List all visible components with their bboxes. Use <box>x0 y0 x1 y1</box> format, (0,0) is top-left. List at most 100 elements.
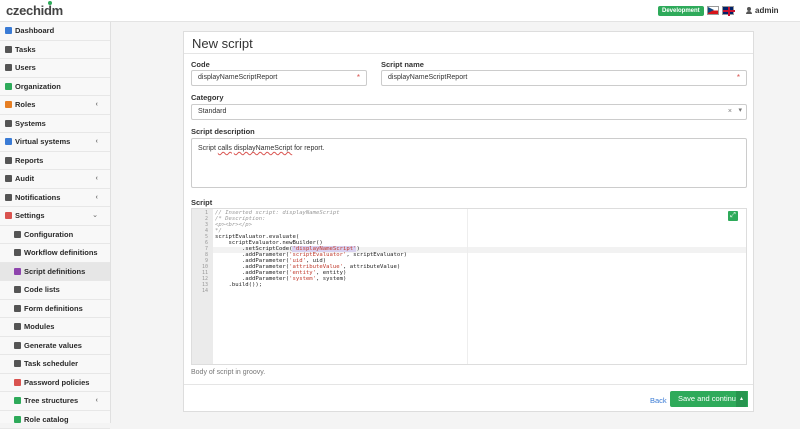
chart-icon <box>5 157 12 164</box>
sidebar-item-label: Password policies <box>24 378 89 387</box>
calendar-icon <box>14 360 21 367</box>
sidebar-item-label: Script definitions <box>24 267 85 276</box>
sidebar-item-virtual-systems[interactable]: Virtual systems ‹ <box>0 133 110 152</box>
page-title: New script <box>192 36 253 51</box>
sidebar-item-settings[interactable]: Settings ⌄ <box>0 207 110 226</box>
chevron-icon: ‹ <box>96 392 98 410</box>
chevron-icon: ‹ <box>96 96 98 114</box>
sidebar-item-tasks[interactable]: Tasks <box>0 41 110 60</box>
back-link[interactable]: Back <box>650 396 667 405</box>
lock-icon <box>14 379 21 386</box>
script-help-text: Body of script in groovy. <box>191 369 265 376</box>
new-script-panel: New script Code displayNameScriptReport*… <box>183 31 754 412</box>
sidebar-item-task-scheduler[interactable]: Task scheduler <box>0 355 110 374</box>
users-icon <box>5 64 12 71</box>
sidebar-item-role-catalog[interactable]: Role catalog <box>0 411 110 429</box>
sidebar: Dashboard Tasks Users Organization Roles ‹ Sys… <box>0 22 111 423</box>
code-label: Code <box>191 60 210 69</box>
sidebar-item-label: Configuration <box>24 230 73 239</box>
sidebar-item-form-definitions[interactable]: Form definitions <box>0 300 110 319</box>
script-icon <box>14 268 21 275</box>
script-description-label: Script description <box>191 127 255 136</box>
sidebar-item-code-lists[interactable]: Code lists <box>0 281 110 300</box>
chevron-icon: ‹ <box>96 133 98 151</box>
folder-icon <box>14 397 21 404</box>
sidebar-item-label: Users <box>15 63 36 72</box>
sidebar-item-configuration[interactable]: Configuration <box>0 226 110 245</box>
envelope-icon <box>5 194 12 201</box>
sidebar-item-password-policies[interactable]: Password policies <box>0 374 110 393</box>
link-icon <box>5 120 12 127</box>
divider <box>184 53 753 54</box>
fullscreen-icon[interactable]: ⤢ <box>728 211 738 221</box>
sidebar-item-label: Systems <box>15 119 46 128</box>
dashboard-icon <box>5 27 12 34</box>
category-select[interactable]: Standard × ▾ <box>191 104 747 120</box>
chevron-icon: ‹ <box>96 189 98 207</box>
print-margin <box>467 209 468 365</box>
sidebar-item-label: Organization <box>15 82 61 91</box>
sidebar-item-dashboard[interactable]: Dashboard <box>0 22 110 41</box>
sidebar-item-generate-values[interactable]: Generate values <box>0 337 110 356</box>
script-label: Script <box>191 198 212 207</box>
sidebar-item-label: Tasks <box>15 45 36 54</box>
sidebar-item-label: Task scheduler <box>24 359 78 368</box>
sidebar-item-label: Code lists <box>24 285 60 294</box>
sidebar-item-users[interactable]: Users <box>0 59 110 78</box>
key-icon <box>5 101 12 108</box>
sidebar-item-label: Virtual systems <box>15 137 70 146</box>
script-description-editor[interactable]: Script calls displayNameScript for repor… <box>191 138 747 188</box>
user-menu[interactable]: admin <box>746 6 779 15</box>
sidebar-item-label: Generate values <box>24 341 82 350</box>
shuffle-icon <box>14 342 21 349</box>
clear-icon[interactable]: × <box>728 105 732 119</box>
sitemap-icon <box>14 249 21 256</box>
script-code-editor[interactable]: 1234567891011121314 // Inserted script: … <box>191 208 747 365</box>
sidebar-item-roles[interactable]: Roles ‹ <box>0 96 110 115</box>
sidebar-item-label: Role catalog <box>24 415 69 424</box>
cube-icon <box>14 323 21 330</box>
script-name-label: Script name <box>381 60 424 69</box>
required-marker: * <box>357 71 360 85</box>
sidebar-item-audit[interactable]: Audit ‹ <box>0 170 110 189</box>
folder-icon <box>5 83 12 90</box>
environment-badge: Development <box>658 6 704 16</box>
folder-icon <box>14 416 21 423</box>
caret-down-icon[interactable]: ▾ <box>738 104 742 118</box>
cog-icon <box>5 212 12 219</box>
link-icon <box>5 138 12 145</box>
top-bar: czechidm Development admin <box>0 0 800 22</box>
history-icon <box>5 175 12 182</box>
save-options-caret-icon[interactable]: ▴ <box>736 391 747 407</box>
app-logo[interactable]: czechidm <box>6 3 63 18</box>
sidebar-item-tree-structures[interactable]: Tree structures ‹ <box>0 392 110 411</box>
list-icon <box>5 46 12 53</box>
sidebar-item-label: Settings <box>15 211 45 220</box>
cog-icon <box>14 231 21 238</box>
sidebar-item-label: Audit <box>15 174 34 183</box>
sidebar-item-workflow-definitions[interactable]: Workflow definitions <box>0 244 110 263</box>
sidebar-item-notifications[interactable]: Notifications‹ <box>0 189 110 208</box>
sidebar-item-systems[interactable]: Systems <box>0 115 110 134</box>
form-icon <box>14 305 21 312</box>
sidebar-item-label: Form definitions <box>24 304 83 313</box>
divider <box>184 384 753 385</box>
line-number: 14 <box>192 288 208 294</box>
sidebar-item-script-definitions[interactable]: Script definitions <box>0 263 110 282</box>
sidebar-item-reports[interactable]: Reports <box>0 152 110 171</box>
script-name-input[interactable]: displayNameScriptReport* <box>381 70 747 86</box>
chevron-icon: ⌄ <box>92 207 98 225</box>
czech-flag-icon[interactable] <box>707 6 719 15</box>
sidebar-item-label: Dashboard <box>15 26 54 35</box>
code-line: .build()); <box>215 282 262 288</box>
chevron-icon: ‹ <box>96 170 98 188</box>
english-flag-icon[interactable] <box>722 6 734 15</box>
code-input[interactable]: displayNameScriptReport* <box>191 70 367 86</box>
sidebar-item-label: Tree structures <box>24 396 78 405</box>
category-label: Category <box>191 93 224 102</box>
sidebar-item-organization[interactable]: Organization <box>0 78 110 97</box>
sidebar-item-label: Reports <box>15 156 43 165</box>
list-icon <box>14 286 21 293</box>
sidebar-item-label: Roles <box>15 100 35 109</box>
sidebar-item-modules[interactable]: Modules <box>0 318 110 337</box>
